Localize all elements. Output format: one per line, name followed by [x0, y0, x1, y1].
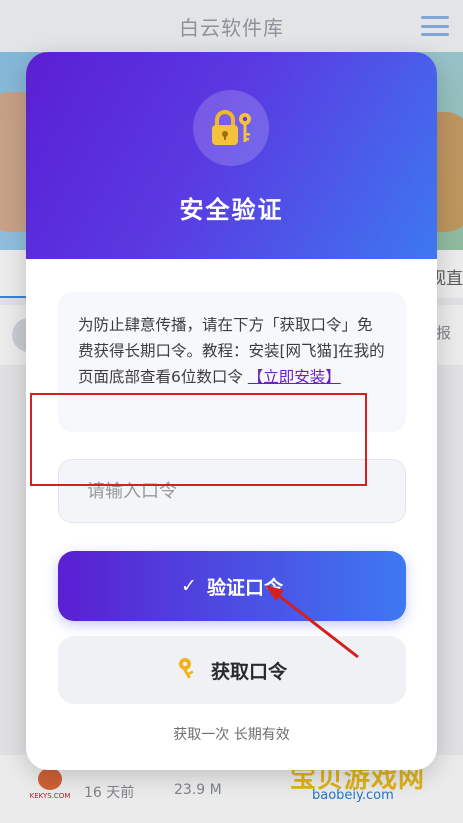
install-now-link[interactable]: 【立即安装】	[248, 368, 341, 386]
verify-passcode-button[interactable]: ✓ 验证口令	[58, 551, 406, 621]
footer-note: 获取一次 长期有效	[173, 727, 290, 743]
annotation-highlight-box	[30, 393, 367, 486]
check-icon: ✓	[181, 575, 197, 597]
modal-header: 安全验证	[26, 52, 437, 259]
lock-key-icon	[193, 90, 269, 166]
key-icon	[177, 656, 199, 685]
get-button-label: 获取口令	[210, 660, 287, 683]
verify-button-label: 验证口令	[206, 576, 283, 599]
get-passcode-button[interactable]: 获取口令	[58, 636, 406, 704]
modal-title: 安全验证	[179, 196, 284, 224]
